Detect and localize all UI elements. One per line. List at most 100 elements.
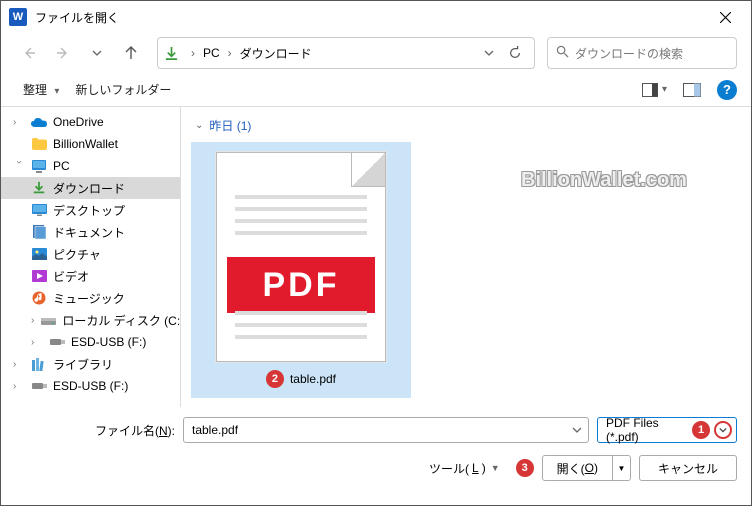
window-title: ファイルを開く xyxy=(35,9,703,26)
usb-drive-icon xyxy=(49,334,65,350)
word-app-icon: W xyxy=(9,8,27,26)
chevron-right-icon: › xyxy=(31,315,34,326)
pdf-thumbnail: PDF xyxy=(216,152,386,362)
main-area: › OneDrive BillionWallet › PC ダウンロード デスク… xyxy=(1,107,751,407)
sidebar-item-label: PC xyxy=(53,159,70,173)
group-label: 昨日 (1) xyxy=(209,117,251,134)
filename-field[interactable] xyxy=(184,423,566,437)
filename-input[interactable] xyxy=(183,417,589,443)
chevron-right-icon: › xyxy=(31,337,43,348)
chevron-down-icon xyxy=(484,48,494,58)
chevron-down-icon: ▾ xyxy=(662,84,667,95)
sidebar: › OneDrive BillionWallet › PC ダウンロード デスク… xyxy=(1,107,181,407)
libraries-icon xyxy=(31,356,47,372)
sidebar-item-label: ESD-USB (F:) xyxy=(53,379,128,393)
back-button[interactable] xyxy=(15,39,43,67)
sidebar-item-libraries[interactable]: › ライブラリ xyxy=(1,353,180,375)
group-header[interactable]: ⌄ 昨日 (1) xyxy=(195,117,741,134)
file-name: table.pdf xyxy=(290,372,336,386)
chevron-down-icon: ▼ xyxy=(618,464,626,473)
annotation-3: 3 xyxy=(516,459,534,477)
sidebar-item-desktop[interactable]: デスクトップ xyxy=(1,199,180,221)
chevron-right-icon: › xyxy=(226,46,234,60)
file-tile[interactable]: PDF 2 table.pdf xyxy=(191,142,411,398)
watermark: BillionWallet.com xyxy=(521,169,687,192)
drive-icon xyxy=(40,312,56,328)
chevron-down-icon: › xyxy=(14,160,25,172)
address-bar[interactable]: › PC › ダウンロード xyxy=(157,37,535,69)
tools-label-u: L xyxy=(472,461,479,475)
open-label-pre: 開く( xyxy=(557,460,585,477)
search-icon xyxy=(556,45,569,61)
sidebar-item-billionwallet[interactable]: BillionWallet xyxy=(1,133,180,155)
preview-pane-icon xyxy=(683,83,701,97)
onedrive-icon xyxy=(31,114,47,130)
chevron-down-icon xyxy=(92,48,102,58)
organize-label: 整理 xyxy=(23,83,47,97)
sidebar-item-esd-usb[interactable]: › ESD-USB (F:) xyxy=(1,331,180,353)
sidebar-item-label: ドキュメント xyxy=(53,224,125,241)
sidebar-item-label: ローカル ディスク (C:) xyxy=(62,312,181,329)
new-folder-button[interactable]: 新しいフォルダー xyxy=(67,75,179,104)
open-button-dropdown[interactable]: ▼ xyxy=(612,456,630,480)
sidebar-item-label: ピクチャ xyxy=(53,246,101,263)
arrow-up-icon xyxy=(124,46,138,60)
tools-label-pre: ツール( xyxy=(429,460,469,477)
annotation-1: 1 xyxy=(692,421,710,439)
sidebar-item-music[interactable]: ミュージック xyxy=(1,287,180,309)
sidebar-item-label: ESD-USB (F:) xyxy=(71,335,146,349)
filter-label: PDF Files (*.pdf) xyxy=(606,416,692,444)
up-button[interactable] xyxy=(117,39,145,67)
sidebar-item-documents[interactable]: ドキュメント xyxy=(1,221,180,243)
sidebar-item-esd-usb-2[interactable]: › ESD-USB (F:) xyxy=(1,375,180,397)
arrow-right-icon xyxy=(56,46,70,60)
breadcrumb-downloads[interactable]: ダウンロード xyxy=(236,43,316,64)
downloads-icon xyxy=(164,46,179,61)
open-label-u: O xyxy=(585,461,594,475)
forward-button[interactable] xyxy=(49,39,77,67)
cancel-button[interactable]: キャンセル xyxy=(639,455,737,481)
file-list: ⌄ 昨日 (1) PDF 2 table.pdf BillionWallet.c… xyxy=(181,107,751,407)
sidebar-item-onedrive[interactable]: › OneDrive xyxy=(1,111,180,133)
sidebar-item-videos[interactable]: ビデオ xyxy=(1,265,180,287)
open-button[interactable]: 開く(O) ▼ xyxy=(542,455,631,481)
close-button[interactable] xyxy=(703,1,747,33)
sidebar-item-label: ライブラリ xyxy=(53,356,113,373)
close-icon xyxy=(720,12,731,23)
refresh-icon xyxy=(508,46,522,60)
chevron-right-icon: › xyxy=(13,381,25,392)
open-label-post: ) xyxy=(594,461,598,475)
sidebar-item-label: ミュージック xyxy=(53,290,125,307)
sidebar-item-local-disk[interactable]: › ローカル ディスク (C:) xyxy=(1,309,180,331)
preview-pane-button[interactable] xyxy=(677,79,707,101)
open-button-main[interactable]: 開く(O) xyxy=(543,456,612,480)
recent-dropdown[interactable] xyxy=(83,39,111,67)
file-type-filter[interactable]: PDF Files (*.pdf) 1 xyxy=(597,417,737,443)
breadcrumb-pc[interactable]: PC xyxy=(199,44,224,62)
filename-dropdown[interactable] xyxy=(566,425,588,435)
search-placeholder: ダウンロードの検索 xyxy=(575,45,683,62)
sidebar-item-pictures[interactable]: ピクチャ xyxy=(1,243,180,265)
chevron-down-icon xyxy=(572,425,582,435)
chevron-down-icon: ⌄ xyxy=(195,120,203,131)
chevron-down-icon: ▾ xyxy=(54,86,59,97)
titlebar: W ファイルを開く xyxy=(1,1,751,33)
refresh-button[interactable] xyxy=(502,40,528,66)
search-input[interactable]: ダウンロードの検索 xyxy=(547,37,737,69)
tools-button[interactable]: ツール(L) ▼ xyxy=(429,460,500,477)
address-dropdown[interactable] xyxy=(476,40,502,66)
toolbar: 整理 ▾ 新しいフォルダー ▾ ? xyxy=(1,73,751,107)
help-button[interactable]: ? xyxy=(717,80,737,100)
pc-icon xyxy=(31,158,47,174)
sidebar-item-label: ダウンロード xyxy=(53,180,125,197)
sidebar-item-pc[interactable]: › PC xyxy=(1,155,180,177)
nav-row: › PC › ダウンロード ダウンロードの検索 xyxy=(1,33,751,73)
downloads-icon xyxy=(31,180,47,196)
chevron-right-icon: › xyxy=(189,46,197,60)
sidebar-item-label: デスクトップ xyxy=(53,202,125,219)
sidebar-item-downloads[interactable]: ダウンロード xyxy=(1,177,180,199)
view-mode-button[interactable]: ▾ xyxy=(636,79,673,101)
organize-button[interactable]: 整理 ▾ xyxy=(15,75,67,104)
filter-dropdown[interactable] xyxy=(714,421,732,439)
page-fold-icon xyxy=(351,153,385,187)
